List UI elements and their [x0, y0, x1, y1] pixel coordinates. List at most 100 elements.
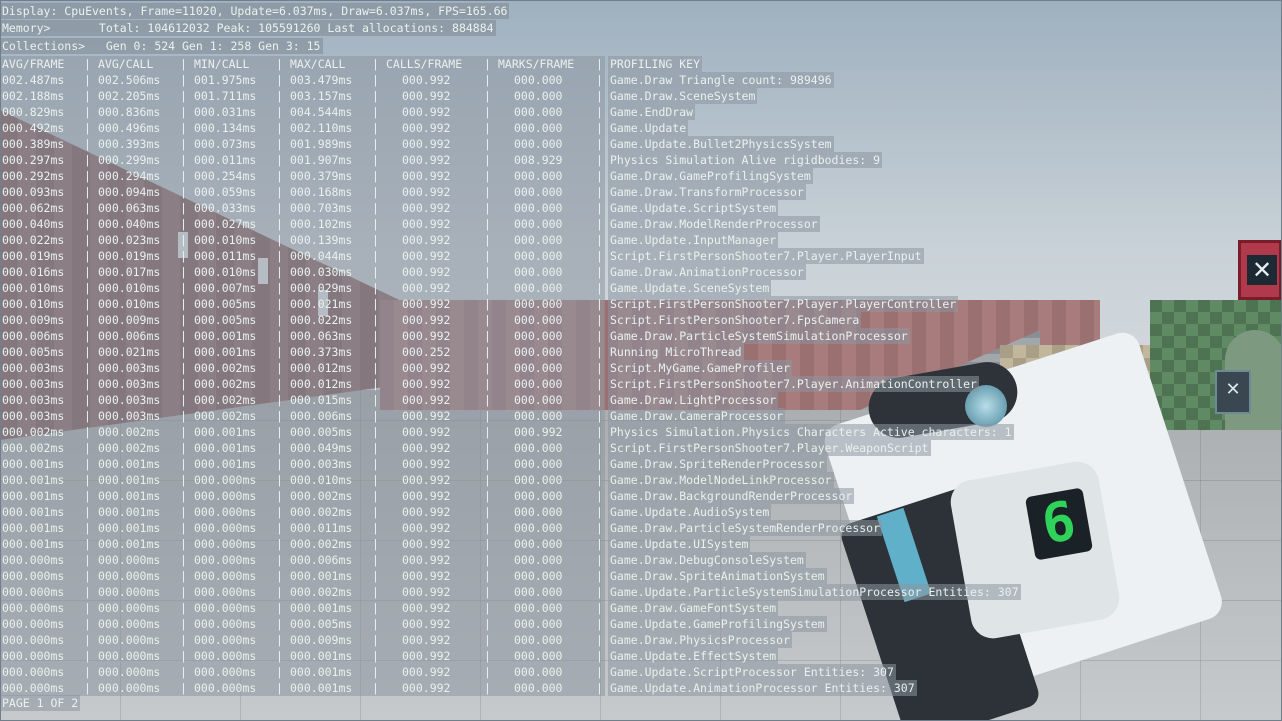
- column-separator: |: [372, 457, 379, 471]
- cell-avg-call: 000.003ms: [98, 377, 161, 391]
- cell-profiling-key: Script.FirstPersonShooter7.Player.Player…: [608, 296, 959, 312]
- cell-calls: 000.992: [402, 377, 451, 391]
- cell-marks: 000.000: [514, 377, 563, 391]
- table-row: 000.001ms | 000.001ms | 000.001ms | 000.003ms |…: [0, 456, 605, 472]
- column-separator: |: [276, 345, 283, 359]
- cell-marks: 000.000: [514, 649, 563, 663]
- cell-max-call: 000.001ms: [290, 649, 353, 663]
- column-separator: |: [180, 393, 187, 407]
- column-separator: |: [180, 425, 187, 439]
- column-separator: |: [276, 265, 283, 279]
- column-separator: |: [84, 553, 91, 567]
- cell-profiling-key: Game.Draw.DebugConsoleSystem: [608, 552, 806, 568]
- column-separator: |: [596, 329, 603, 343]
- column-separator: |: [484, 169, 491, 183]
- cell-profiling-key: Game.Draw.GameProfilingSystem: [608, 168, 813, 184]
- cell-marks: 000.000: [514, 585, 563, 599]
- cell-profiling-key: Game.EndDraw: [608, 104, 696, 120]
- column-separator: |: [276, 233, 283, 247]
- cell-min-call: 000.000ms: [194, 521, 257, 535]
- column-separator: |: [372, 73, 379, 87]
- cell-max-call: 000.049ms: [290, 441, 353, 455]
- cell-avg-frame: 000.019ms: [2, 249, 65, 263]
- cell-avg-frame: 000.000ms: [2, 601, 65, 615]
- table-row: 000.000ms | 000.000ms | 000.000ms | 000.001ms |…: [0, 664, 605, 680]
- column-separator: |: [276, 409, 283, 423]
- cell-avg-frame: 000.001ms: [2, 505, 65, 519]
- cell-marks: 000.000: [514, 489, 563, 503]
- column-separator: |: [372, 137, 379, 151]
- cell-profiling-key: Game.Update.SceneSystem: [608, 280, 772, 296]
- column-separator: |: [596, 345, 603, 359]
- column-separator: |: [596, 553, 603, 567]
- column-separator: |: [372, 633, 379, 647]
- column-separator: |: [84, 265, 91, 279]
- column-separator: |: [276, 537, 283, 551]
- cell-avg-frame: 000.292ms: [2, 169, 65, 183]
- column-separator: |: [276, 121, 283, 135]
- column-separator: |: [180, 377, 187, 391]
- column-separator: |: [484, 121, 491, 135]
- column-separator: |: [180, 553, 187, 567]
- column-separator: |: [372, 217, 379, 231]
- column-separator: |: [484, 505, 491, 519]
- cell-avg-frame: 000.016ms: [2, 265, 65, 279]
- cell-avg-call: 000.000ms: [98, 665, 161, 679]
- column-separator: |: [484, 489, 491, 503]
- cell-avg-call: 000.000ms: [98, 585, 161, 599]
- table-row: 000.000ms | 000.000ms | 000.000ms | 000.002ms |…: [0, 584, 605, 600]
- column-separator: |: [84, 233, 91, 247]
- cell-profiling-key: Physics Simulation.Physics Characters Ac…: [608, 424, 1014, 440]
- column-separator: |: [84, 249, 91, 263]
- cell-marks: 000.000: [514, 473, 563, 487]
- cell-max-call: 004.544ms: [290, 105, 353, 119]
- column-separator: |: [84, 681, 91, 695]
- cell-marks: 000.000: [514, 137, 563, 151]
- column-separator: |: [484, 665, 491, 679]
- cell-avg-call: 000.003ms: [98, 393, 161, 407]
- column-separator: |: [276, 441, 283, 455]
- cell-avg-frame: 000.009ms: [2, 313, 65, 327]
- cell-profiling-key: Running MicroThread: [608, 344, 744, 360]
- cell-avg-call: 000.003ms: [98, 361, 161, 375]
- column-separator: |: [484, 633, 491, 647]
- cell-calls: 000.992: [402, 297, 451, 311]
- display-stats: Display: CpuEvents, Frame=11020, Update=…: [0, 3, 510, 19]
- cell-avg-call: 000.000ms: [98, 601, 161, 615]
- table-row: 000.093ms | 000.094ms | 000.059ms | 000.168ms |…: [0, 184, 605, 200]
- column-separator: |: [596, 457, 603, 471]
- column-separator: |: [372, 537, 379, 551]
- column-separator: |: [276, 105, 283, 119]
- table-row: 000.003ms | 000.003ms | 000.002ms | 000.012ms |…: [0, 360, 605, 376]
- column-separator: |: [180, 201, 187, 215]
- column-separator: |: [84, 137, 91, 151]
- cell-calls: 000.992: [402, 441, 451, 455]
- column-separator: |: [596, 217, 603, 231]
- cell-max-call: 000.703ms: [290, 201, 353, 215]
- cell-min-call: 000.059ms: [194, 185, 257, 199]
- cell-min-call: 000.000ms: [194, 649, 257, 663]
- cell-min-call: 001.975ms: [194, 73, 257, 87]
- cell-profiling-key: Game.Update.ScriptSystem: [608, 200, 779, 216]
- cell-profiling-key: Physics Simulation Alive rigidbodies: 9: [608, 152, 883, 168]
- cell-calls: 000.992: [402, 425, 451, 439]
- cell-avg-frame: 000.003ms: [2, 409, 65, 423]
- column-separator: |: [180, 361, 187, 375]
- cell-calls: 000.992: [402, 185, 451, 199]
- cell-calls: 000.992: [402, 201, 451, 215]
- cell-max-call: 000.001ms: [290, 665, 353, 679]
- cell-min-call: 000.031ms: [194, 105, 257, 119]
- cell-avg-frame: 000.000ms: [2, 633, 65, 647]
- column-header: AVG/CALL: [98, 57, 154, 71]
- cell-marks: 000.000: [514, 633, 563, 647]
- table-row: 000.001ms | 000.001ms | 000.000ms | 000.002ms |…: [0, 504, 605, 520]
- table-row: 000.492ms | 000.496ms | 000.134ms | 002.110ms |…: [0, 120, 605, 136]
- cell-marks: 000.000: [514, 217, 563, 231]
- column-separator: |: [84, 345, 91, 359]
- cell-min-call: 000.001ms: [194, 441, 257, 455]
- column-separator: |: [180, 617, 187, 631]
- cell-avg-call: 000.836ms: [98, 105, 161, 119]
- cell-marks: 000.000: [514, 73, 563, 87]
- column-separator: |: [372, 409, 379, 423]
- cell-avg-call: 000.094ms: [98, 185, 161, 199]
